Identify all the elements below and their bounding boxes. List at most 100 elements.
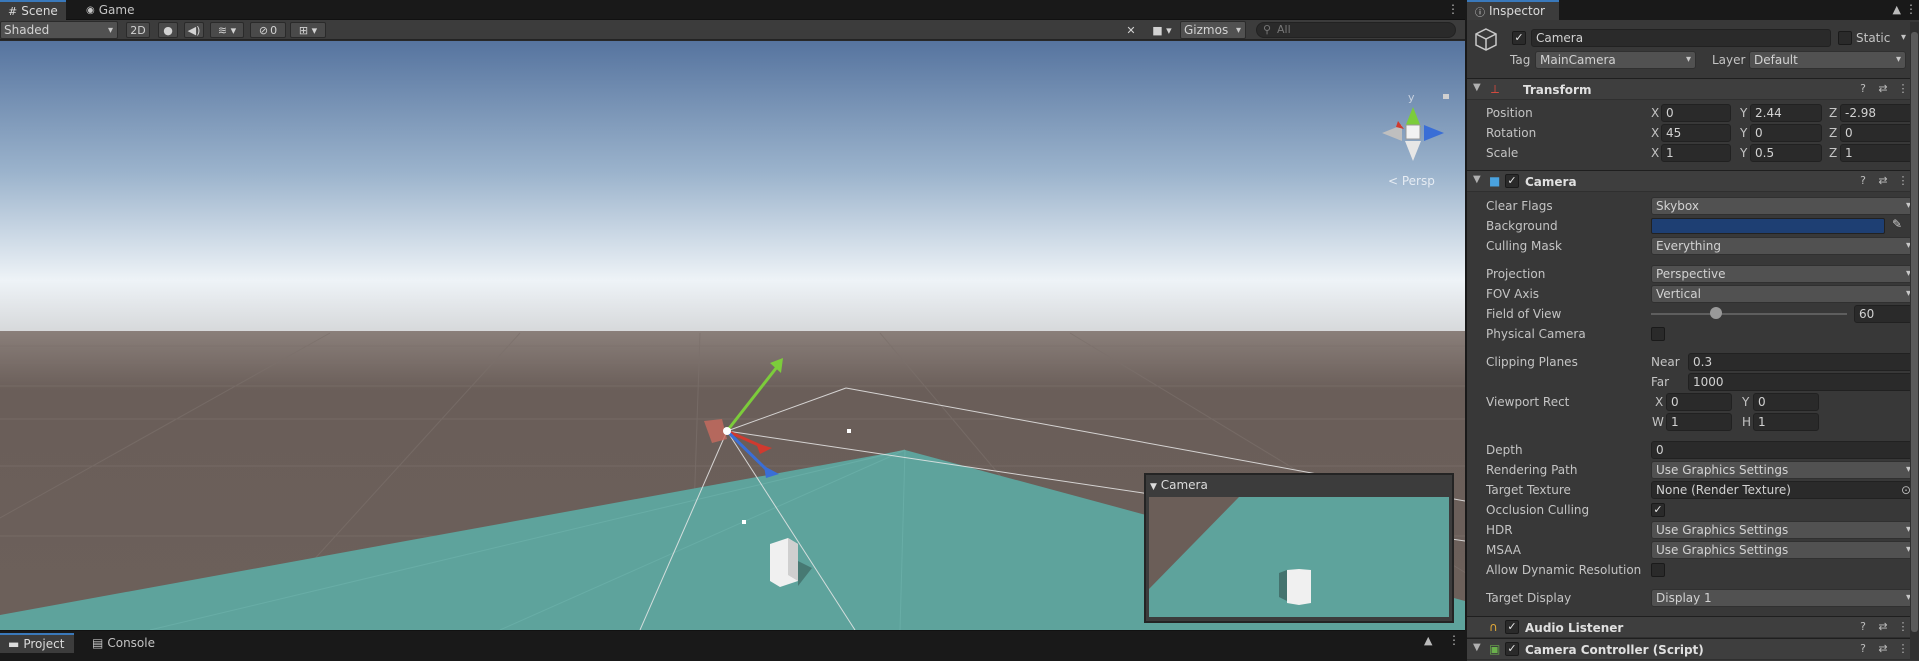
camera-controller-enabled-checkbox[interactable]: ✓ bbox=[1505, 642, 1519, 656]
folder-icon: ▬ bbox=[8, 637, 20, 651]
tab-game[interactable]: ◉ Game bbox=[78, 0, 140, 20]
tab-inspector[interactable]: ⓘ Inspector bbox=[1467, 0, 1559, 20]
lighting-toggle[interactable]: ● bbox=[158, 22, 178, 38]
hdr-dropdown[interactable]: Use Graphics Settings bbox=[1651, 521, 1916, 539]
camera-header[interactable]: ▼ ■ ✓ Camera ? ⇄ ⋮ bbox=[1467, 170, 1919, 192]
inspector-menu-icon[interactable]: ⋮ bbox=[1905, 2, 1917, 16]
audio-listener-enabled-checkbox[interactable]: ✓ bbox=[1505, 620, 1519, 634]
object-name-field[interactable]: Camera bbox=[1531, 29, 1831, 47]
scene-toolbar: Shaded 2D ● ◀) ≋ ▾ ⊘ 0 ⊞ ▾ ✕ ■ ▾ Gizmos … bbox=[0, 20, 1465, 40]
position-x-field[interactable]: 0 bbox=[1661, 104, 1731, 122]
culling-mask-dropdown[interactable]: Everything bbox=[1651, 237, 1916, 255]
help-icon[interactable]: ? bbox=[1857, 642, 1869, 655]
component-menu-icon[interactable]: ⋮ bbox=[1897, 642, 1909, 655]
rotation-z-field[interactable]: 0 bbox=[1840, 124, 1914, 142]
fov-value-field[interactable]: 60 bbox=[1854, 305, 1916, 323]
physical-camera-checkbox[interactable] bbox=[1651, 327, 1665, 341]
culling-mask-label: Culling Mask bbox=[1486, 239, 1562, 253]
inspector-scrollbar[interactable] bbox=[1910, 22, 1919, 659]
static-checkbox[interactable] bbox=[1838, 31, 1852, 45]
scale-z-field[interactable]: 1 bbox=[1840, 144, 1914, 162]
grid-icon: # bbox=[8, 4, 18, 18]
help-icon[interactable]: ? bbox=[1857, 620, 1869, 633]
tab-scene[interactable]: # Scene bbox=[0, 0, 66, 20]
component-menu-icon[interactable]: ⋮ bbox=[1897, 174, 1909, 187]
tools-icon[interactable]: ✕ bbox=[1122, 22, 1140, 38]
dynamic-resolution-checkbox[interactable] bbox=[1651, 563, 1665, 577]
audio-toggle[interactable]: ◀) bbox=[184, 22, 204, 38]
presets-icon[interactable]: ⇄ bbox=[1877, 174, 1889, 187]
help-icon[interactable]: ? bbox=[1857, 82, 1869, 95]
persp-label[interactable]: < Persp bbox=[1388, 174, 1435, 188]
projection-dropdown[interactable]: Perspective bbox=[1651, 265, 1916, 283]
effects-toggle[interactable]: ≋ ▾ bbox=[210, 22, 244, 38]
layer-dropdown[interactable]: Default bbox=[1749, 51, 1906, 69]
position-y-field[interactable]: 2.44 bbox=[1750, 104, 1822, 122]
skybox bbox=[0, 41, 1465, 333]
foldout-icon: ▼ bbox=[1473, 82, 1481, 93]
background-color-swatch[interactable] bbox=[1651, 218, 1885, 234]
scene-viewport[interactable]: y < Persp ▼ Camera bbox=[0, 41, 1465, 630]
camera-enabled-checkbox[interactable]: ✓ bbox=[1505, 174, 1519, 188]
fov-slider-thumb[interactable] bbox=[1709, 307, 1722, 319]
scale-x-field[interactable]: 1 bbox=[1661, 144, 1731, 162]
static-label[interactable]: Static bbox=[1856, 29, 1890, 47]
scene-search-input[interactable]: ⚲ All bbox=[1256, 22, 1456, 38]
camera-settings-icon[interactable]: ■ ▾ bbox=[1146, 22, 1178, 38]
occlusion-culling-label: Occlusion Culling bbox=[1486, 503, 1590, 517]
static-dropdown-icon[interactable]: ▾ bbox=[1901, 29, 1906, 47]
fov-axis-label: FOV Axis bbox=[1486, 287, 1540, 301]
near-field[interactable]: 0.3 bbox=[1688, 353, 1916, 371]
bulb-icon: ● bbox=[163, 23, 173, 37]
audio-listener-header[interactable]: ∩ ✓ Audio Listener ? ⇄ ⋮ bbox=[1467, 616, 1919, 638]
presets-icon[interactable]: ⇄ bbox=[1877, 82, 1889, 95]
occlusion-culling-checkbox[interactable]: ✓ bbox=[1651, 503, 1665, 517]
lock-icon bbox=[1443, 94, 1449, 99]
hidden-objects-toggle[interactable]: ⊘ 0 bbox=[250, 22, 286, 38]
lock-icon[interactable]: ▲ bbox=[1893, 3, 1901, 16]
depth-field[interactable]: 0 bbox=[1651, 441, 1916, 459]
target-texture-field[interactable]: None (Render Texture) ⊙ bbox=[1651, 481, 1916, 499]
rotation-y-field[interactable]: 0 bbox=[1750, 124, 1822, 142]
tag-dropdown[interactable]: MainCamera bbox=[1535, 51, 1696, 69]
viewport-w-field[interactable]: 1 bbox=[1666, 413, 1732, 431]
eyedropper-icon[interactable]: ✎ bbox=[1892, 217, 1902, 231]
tab-project[interactable]: ▬ Project bbox=[0, 633, 74, 653]
lock-icon[interactable]: ▲ bbox=[1424, 634, 1432, 647]
panel-menu-icon[interactable]: ⋮ bbox=[1448, 633, 1460, 647]
camera-icon: ■ bbox=[1489, 174, 1501, 188]
tag-label: Tag bbox=[1510, 53, 1531, 67]
rendering-path-dropdown[interactable]: Use Graphics Settings bbox=[1651, 461, 1916, 479]
component-menu-icon[interactable]: ⋮ bbox=[1897, 82, 1909, 95]
active-checkbox[interactable]: ✓ bbox=[1512, 31, 1526, 45]
depth-label: Depth bbox=[1486, 443, 1523, 457]
viewport-y-field[interactable]: 0 bbox=[1753, 393, 1819, 411]
camera-controller-header[interactable]: ▼ ▣ ✓ Camera Controller (Script) ? ⇄ ⋮ bbox=[1467, 638, 1919, 660]
help-icon[interactable]: ? bbox=[1857, 174, 1869, 187]
presets-icon[interactable]: ⇄ bbox=[1877, 642, 1889, 655]
rotation-x-field[interactable]: 45 bbox=[1661, 124, 1731, 142]
tab-console[interactable]: ▤ Console bbox=[84, 633, 164, 653]
inspector-tab-bar: ⓘ Inspector ▲ ⋮ bbox=[1467, 0, 1919, 20]
scale-y-field[interactable]: 0.5 bbox=[1750, 144, 1822, 162]
transform-header[interactable]: ▼ ⟂ Transform ? ⇄ ⋮ bbox=[1467, 78, 1919, 100]
viewport-x-field[interactable]: 0 bbox=[1666, 393, 1732, 411]
target-display-dropdown[interactable]: Display 1 bbox=[1651, 589, 1916, 607]
msaa-dropdown[interactable]: Use Graphics Settings bbox=[1651, 541, 1916, 559]
camera-preview-header[interactable]: ▼ Camera bbox=[1146, 475, 1452, 495]
viewport-h-field[interactable]: 1 bbox=[1753, 413, 1819, 431]
component-menu-icon[interactable]: ⋮ bbox=[1897, 620, 1909, 633]
presets-icon[interactable]: ⇄ bbox=[1877, 620, 1889, 633]
toggle-2d-button[interactable]: 2D bbox=[126, 22, 150, 38]
fov-slider-track[interactable] bbox=[1651, 313, 1847, 315]
position-z-field[interactable]: -2.98 bbox=[1840, 104, 1914, 122]
inspector-scrollbar-thumb[interactable] bbox=[1911, 32, 1918, 632]
grid-toggle[interactable]: ⊞ ▾ bbox=[290, 22, 326, 38]
tab-menu-icon[interactable]: ⋮ bbox=[1447, 2, 1459, 16]
far-field[interactable]: 1000 bbox=[1688, 373, 1916, 391]
gizmos-dropdown[interactable]: Gizmos bbox=[1180, 21, 1246, 39]
draw-mode-dropdown[interactable]: Shaded bbox=[0, 21, 118, 39]
axis-y-label: y bbox=[1408, 91, 1415, 104]
clear-flags-dropdown[interactable]: Skybox bbox=[1651, 197, 1916, 215]
fov-axis-dropdown[interactable]: Vertical bbox=[1651, 285, 1916, 303]
